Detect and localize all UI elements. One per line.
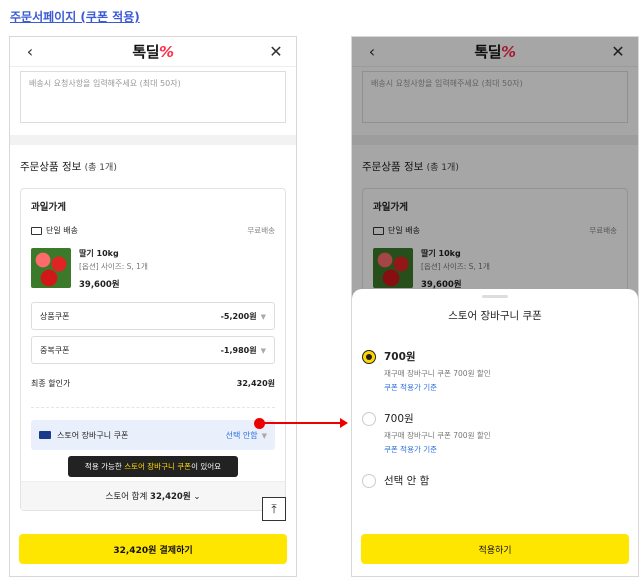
pay-button[interactable]: 32,420원 결제하기 [19, 534, 287, 564]
product-item[interactable]: 딸기 10kg [옵션] 사이즈: S, 1개 39,600원 [31, 248, 275, 290]
page-title: 주문서페이지 (쿠폰 적용) [10, 10, 140, 24]
shipping-row: 단일 배송 무료배송 [31, 225, 275, 236]
coupon-desc: 재구매 장바구니 쿠폰 700원 할인 [384, 431, 491, 440]
divider [10, 135, 296, 145]
product-price: 39,600원 [79, 280, 120, 290]
store-basket-coupon-select[interactable]: 스토어 장바구니 쿠폰 선택 안함 ▼ [31, 420, 275, 450]
chevron-down-icon: ⌄ [193, 492, 201, 502]
coupon-tooltip: 적용 가능한 스토어 장바구니 쿠폰이 있어요 [68, 456, 238, 477]
arrow-up-icon: ⤒ [271, 501, 277, 516]
chevron-down-icon: ▼ [261, 431, 267, 440]
arrow-head-icon [340, 418, 348, 428]
product-coupon-select[interactable]: 상품쿠폰 -5,200원 ▼ [31, 302, 275, 330]
delivery-memo-input[interactable]: 배송시 요청사항을 입력해주세요 (최대 50자) [20, 71, 286, 123]
coupon-option[interactable]: 700원 재구매 장바구니 쿠폰 700원 할인 쿠폰 적용가 기준 [352, 349, 638, 393]
product-name: 딸기 10kg [79, 249, 119, 258]
chevron-down-icon: ▼ [260, 346, 266, 355]
apply-button[interactable]: 적용하기 [361, 534, 629, 564]
coupon-option-none[interactable]: 선택 안 함 [352, 473, 638, 492]
coupon-option[interactable]: 700원 재구매 장바구니 쿠폰 700원 할인 쿠폰 적용가 기준 [352, 411, 638, 455]
logo: 톡딜% [132, 43, 174, 61]
connector-arrow [262, 422, 342, 424]
order-items-heading: 주문상품 정보 (총 1개) [20, 161, 117, 173]
chevron-down-icon: ▼ [260, 312, 266, 321]
coupon-amount: 700원 [384, 413, 414, 425]
sheet-title: 스토어 장바구니 쿠폰 [448, 310, 542, 322]
annotation-dot [254, 418, 265, 429]
scroll-top-button[interactable]: ⤒ [262, 497, 286, 521]
coupon-none-label: 선택 안 함 [384, 475, 430, 487]
truck-icon [31, 226, 42, 235]
back-icon[interactable]: ‹ [20, 42, 40, 61]
coupon-bottom-sheet: 스토어 장바구니 쿠폰 700원 재구매 장바구니 쿠폰 700원 할인 쿠폰 … [352, 289, 638, 576]
radio-selected-icon[interactable] [362, 350, 376, 364]
ticket-icon [39, 431, 51, 439]
coupon-basis-link[interactable]: 쿠폰 적용가 기준 [384, 382, 491, 393]
coupon-sheet-screen: ‹ 톡딜% ✕ 배송시 요청사항을 입력해주세요 (최대 50자) 주문상품 정… [351, 36, 639, 577]
sheet-handle[interactable] [482, 295, 508, 298]
store-card: 과일가게 단일 배송 무료배송 딸기 10kg [옵션] 사이즈: S, 1개 … [20, 188, 286, 511]
shipping-fee: 무료배송 [247, 226, 275, 235]
close-icon[interactable]: ✕ [266, 42, 286, 61]
order-screen: ‹ 톡딜% ✕ 배송시 요청사항을 입력해주세요 (최대 50자) 주문상품 정… [9, 36, 297, 577]
radio-icon[interactable] [362, 474, 376, 488]
store-name: 과일가게 [31, 202, 66, 213]
coupon-basis-link[interactable]: 쿠폰 적용가 기준 [384, 444, 491, 455]
radio-icon[interactable] [362, 412, 376, 426]
duplicate-coupon-select[interactable]: 중복쿠폰 -1,980원 ▼ [31, 336, 275, 364]
product-option: [옵션] 사이즈: S, 1개 [79, 262, 148, 271]
final-price-row: 최종 할인가 32,420원 [31, 370, 275, 408]
coupon-amount: 700원 [384, 351, 416, 363]
top-bar: ‹ 톡딜% ✕ [10, 37, 296, 67]
coupon-desc: 재구매 장바구니 쿠폰 700원 할인 [384, 369, 491, 378]
store-total[interactable]: 스토어 합계 32,420원 ⌄ [21, 481, 285, 510]
product-thumbnail [31, 248, 71, 288]
